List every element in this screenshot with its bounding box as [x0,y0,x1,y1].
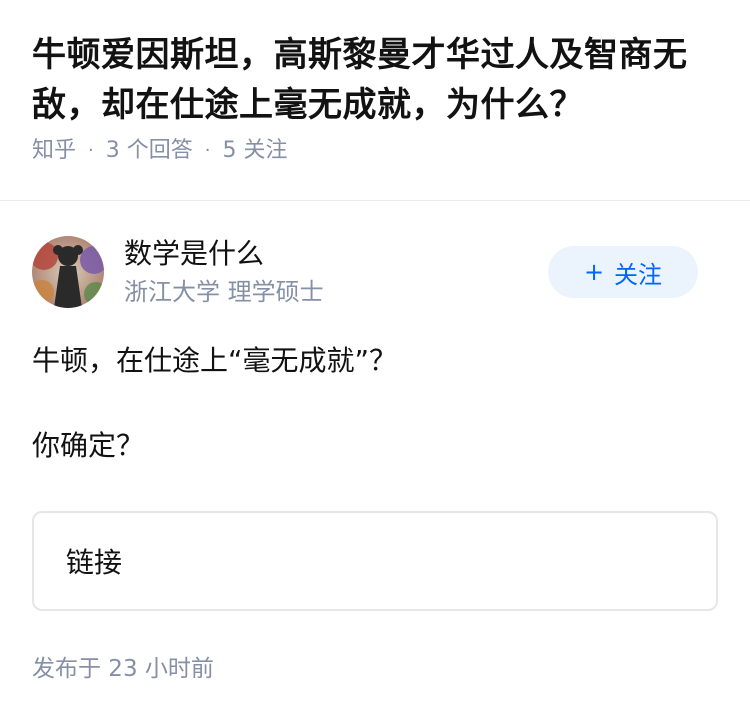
follow-button[interactable]: + 关注 [548,246,698,298]
link-card-label: 链接 [66,546,123,579]
answer-paragraph: 你确定？ [32,429,145,462]
author-info: 数学是什么 浙江大学 理学硕士 + 关注 [32,236,718,341]
source-label[interactable]: 知乎 [32,136,76,166]
answer-card: 数学是什么 浙江大学 理学硕士 + 关注 牛顿，在仕途上“毫无成就”？ 你确定？… [0,236,750,683]
question-header: 牛顿爱因斯坦，高斯黎曼才华过人及智商无敌，却在仕途上毫无成就，为什么？ 知乎 ·… [0,0,750,170]
author-headline: 浙江大学 理学硕士 [124,278,324,306]
link-card[interactable]: 链接 [32,511,718,611]
question-title[interactable]: 牛顿爱因斯坦，高斯黎曼才华过人及智商无敌，却在仕途上毫无成就，为什么？ [32,30,718,130]
answer-paragraph: 牛顿，在仕途上“毫无成就”？ [32,344,398,377]
author-name[interactable]: 数学是什么 [124,236,264,272]
publish-time: 发布于 23 小时前 [32,656,214,682]
plus-icon: + [583,258,605,286]
avatar[interactable] [32,236,104,308]
follower-count[interactable]: 5 关注 [222,136,287,166]
question-meta: 知乎 · 3 个回答 · 5 关注 [32,136,718,166]
follow-label: 关注 [614,260,663,289]
separator-dot: · [88,140,94,161]
answer-count[interactable]: 3 个回答 [106,136,193,166]
avatar-image [32,236,104,308]
divider [0,200,750,201]
separator-dot: · [204,140,211,161]
